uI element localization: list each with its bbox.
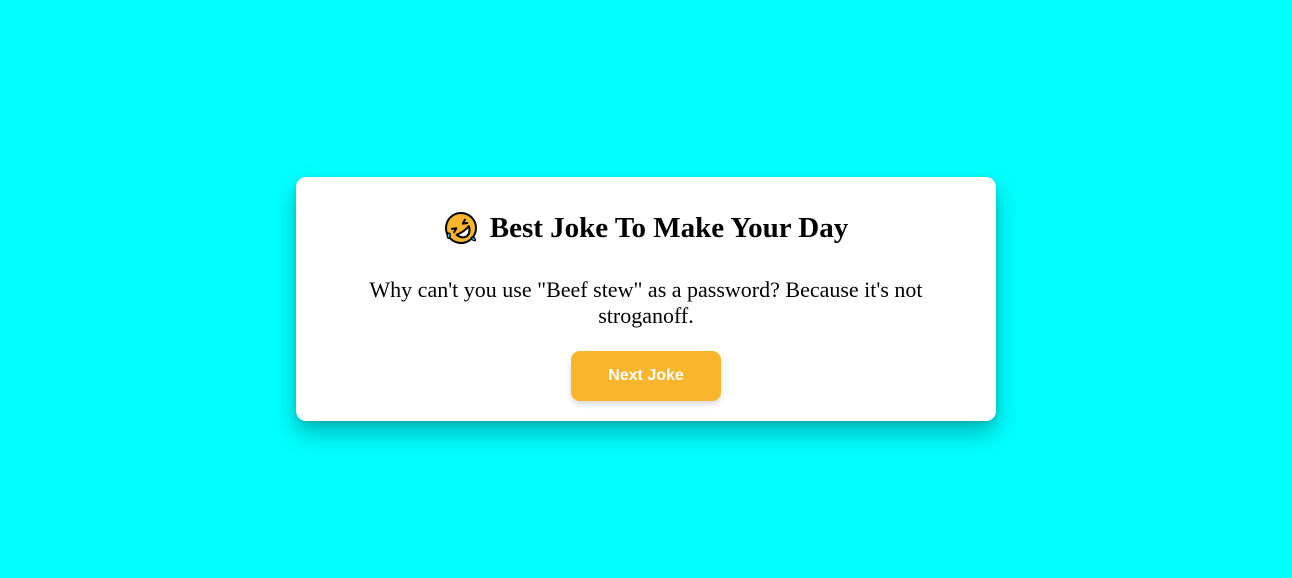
page-title: Best Joke To Make Your Day <box>489 212 849 244</box>
rolling-on-floor-laughing-emoji-icon <box>444 211 478 245</box>
joke-card: Best Joke To Make Your Day Why can't you… <box>296 177 996 421</box>
title-row: Best Joke To Make Your Day <box>296 208 996 248</box>
next-joke-button[interactable]: Next Joke <box>571 351 721 401</box>
joke-text: Why can't you use "Beef stew" as a passw… <box>369 277 923 328</box>
